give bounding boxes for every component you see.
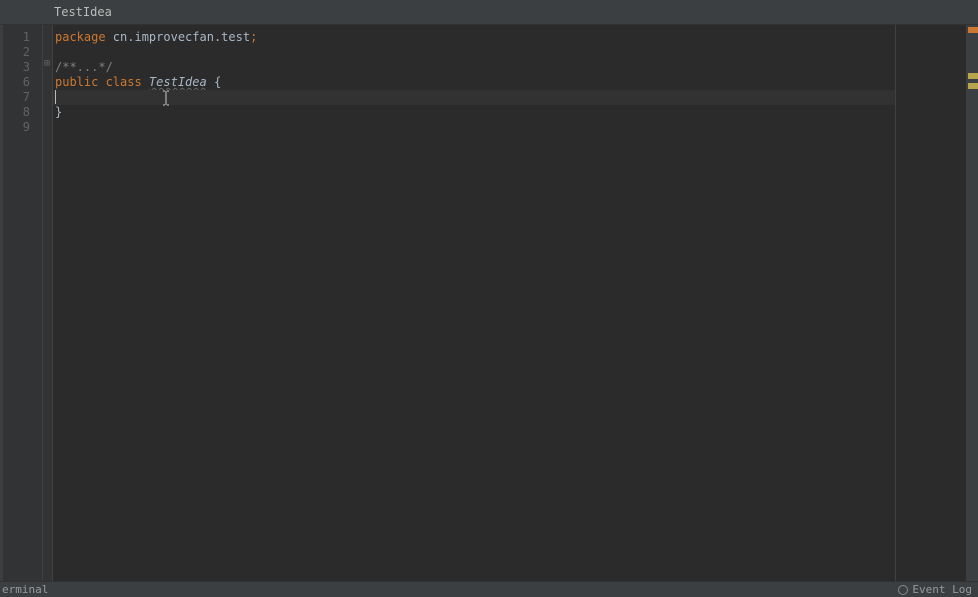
semicolon: ; xyxy=(250,30,257,44)
code-line[interactable] xyxy=(53,120,895,135)
code-text: } xyxy=(55,105,62,119)
line-number[interactable]: 6 xyxy=(3,75,42,90)
keyword: public class xyxy=(55,75,149,89)
line-number[interactable]: 8 xyxy=(3,105,42,120)
breadcrumb[interactable]: TestIdea xyxy=(54,5,112,19)
event-log-icon xyxy=(898,585,908,595)
fold-column[interactable]: ⊞ xyxy=(43,25,53,581)
code-area[interactable]: package cn.improvecfan.test; /**...*/ pu… xyxy=(53,25,895,581)
code-line[interactable]: public class TestIdea { xyxy=(53,75,895,90)
code-line[interactable]: /**...*/ xyxy=(53,60,895,75)
status-bar: erminal Event Log xyxy=(0,581,978,597)
code-text: { xyxy=(207,75,221,89)
folded-comment[interactable]: /**...*/ xyxy=(55,60,113,74)
event-log-button[interactable]: Event Log xyxy=(898,583,978,596)
fold-expand-icon[interactable]: ⊞ xyxy=(41,58,53,69)
breadcrumb-bar: TestIdea xyxy=(0,0,978,25)
code-line[interactable]: package cn.improvecfan.test; xyxy=(53,30,895,45)
line-number[interactable]: 3 xyxy=(3,60,42,75)
stripe-marker-warn[interactable] xyxy=(968,83,978,89)
text-caret xyxy=(55,90,56,104)
stripe-marker[interactable] xyxy=(968,27,978,33)
code-line[interactable] xyxy=(53,45,895,60)
code-line[interactable]: } xyxy=(53,105,895,120)
event-log-label: Event Log xyxy=(912,583,972,596)
editor: 1 2 3 6 7 8 9 ⊞ package cn.improvecfan.t… xyxy=(0,25,978,581)
keyword: package xyxy=(55,30,106,44)
line-number[interactable]: 1 xyxy=(3,30,42,45)
error-stripe[interactable] xyxy=(966,25,978,581)
line-number[interactable]: 7 xyxy=(3,90,42,105)
stripe-marker-warn[interactable] xyxy=(968,73,978,79)
line-number[interactable]: 2 xyxy=(3,45,42,60)
terminal-tool-button[interactable]: erminal xyxy=(0,583,48,596)
code-line-active[interactable] xyxy=(53,90,895,105)
class-name: TestIdea xyxy=(149,75,207,89)
code-text: cn.improvecfan.test xyxy=(106,30,251,44)
line-number[interactable]: 9 xyxy=(3,120,42,135)
right-margin-area[interactable] xyxy=(896,25,966,581)
line-gutter[interactable]: 1 2 3 6 7 8 9 xyxy=(3,25,43,581)
